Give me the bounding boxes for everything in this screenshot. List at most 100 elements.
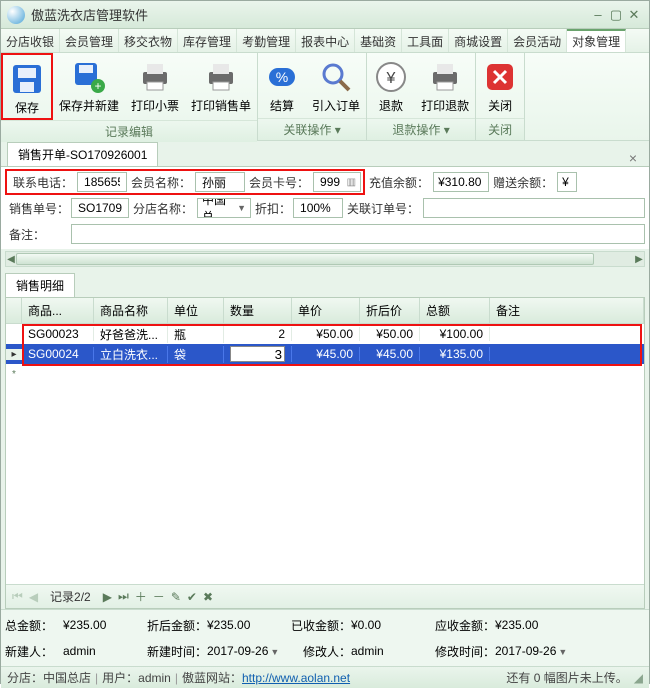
ribbon-group-label-close: 关闭 bbox=[476, 118, 524, 140]
col-unit[interactable]: 单位 bbox=[168, 298, 224, 323]
branch-select[interactable]: 中国总 bbox=[202, 198, 237, 218]
nav-add[interactable]: ＋ bbox=[135, 588, 147, 605]
minimize-button[interactable]: – bbox=[589, 7, 607, 22]
close-doc-button[interactable]: 关闭 bbox=[476, 53, 524, 118]
import-order-button[interactable]: 引入订单 bbox=[306, 53, 366, 118]
note-input[interactable] bbox=[76, 226, 640, 242]
nav-cancel[interactable]: ✖ bbox=[203, 590, 213, 604]
row-indicator-header bbox=[6, 298, 22, 323]
received-label: 已收金额： bbox=[285, 617, 351, 634]
table-row[interactable]: ▸ SG00024 立白洗衣... 袋 ¥45.00 ¥45.00 ¥135.0… bbox=[6, 344, 644, 364]
resize-grip-icon[interactable]: ◢ bbox=[634, 671, 643, 685]
mtime-label: 修改时间： bbox=[429, 643, 495, 660]
after-label: 折后金额： bbox=[141, 617, 207, 634]
close-window-button[interactable]: ✕ bbox=[625, 7, 643, 23]
col-disc[interactable]: 折后价 bbox=[360, 298, 420, 323]
nav-next[interactable]: ▶ bbox=[103, 590, 112, 604]
save-and-new-button[interactable]: + 保存并新建 bbox=[53, 53, 125, 120]
link-order-label: 关联订单号： bbox=[343, 200, 423, 217]
card-label: 会员卡号： bbox=[245, 174, 313, 191]
menu-activity[interactable]: 会员活动 bbox=[508, 29, 567, 52]
status-branch: 中国总店 bbox=[43, 669, 91, 686]
nav-first[interactable]: ⏮ bbox=[12, 589, 23, 604]
menu-basic[interactable]: 基础资 bbox=[355, 29, 402, 52]
col-code[interactable]: 商品... bbox=[22, 298, 94, 323]
col-qty[interactable]: 数量 bbox=[224, 298, 292, 323]
menu-cashier[interactable]: 分店收银 bbox=[1, 29, 60, 52]
table-row[interactable]: SG00023 好爸爸洗... 瓶 2 ¥50.00 ¥50.00 ¥100.0… bbox=[6, 324, 644, 344]
link-order-input[interactable] bbox=[428, 200, 640, 216]
sale-no-input[interactable] bbox=[76, 200, 124, 216]
print-receipt-button[interactable]: 打印小票 bbox=[125, 53, 185, 120]
after-value: ¥235.00 bbox=[207, 618, 250, 632]
nav-edit[interactable]: ✎ bbox=[171, 590, 181, 604]
phone-input[interactable] bbox=[82, 174, 122, 190]
document-tab-close[interactable]: × bbox=[623, 150, 643, 166]
modifier-label: 修改人： bbox=[293, 643, 351, 660]
record-position: 记录2/2 bbox=[50, 588, 91, 605]
new-row-placeholder[interactable]: * bbox=[6, 364, 644, 384]
menu-attendance[interactable]: 考勤管理 bbox=[237, 29, 296, 52]
document-tab-row: 销售开单-SO170926001 × bbox=[1, 141, 649, 167]
printer-icon bbox=[137, 59, 173, 95]
col-name[interactable]: 商品名称 bbox=[94, 298, 168, 323]
print-sale-button[interactable]: 打印销售单 bbox=[185, 53, 257, 120]
recharge-value: ¥310.80 bbox=[438, 175, 481, 189]
nav-prev[interactable]: ◀ bbox=[29, 590, 38, 604]
nav-commit[interactable]: ✔ bbox=[187, 590, 197, 604]
save-button[interactable]: 保存 bbox=[1, 53, 53, 120]
modifier-value: admin bbox=[351, 644, 384, 658]
ctime-value: 2017-09-26 bbox=[207, 644, 268, 658]
printer-refund-icon bbox=[427, 59, 463, 95]
menu-reports[interactable]: 报表中心 bbox=[296, 29, 355, 52]
member-name-input[interactable] bbox=[200, 174, 240, 190]
settle-icon: % bbox=[264, 59, 300, 95]
menu-handover[interactable]: 移交衣物 bbox=[119, 29, 178, 52]
svg-text:%: % bbox=[276, 69, 288, 85]
status-site-link[interactable]: http://www.aolan.net bbox=[242, 671, 350, 685]
menu-tools[interactable]: 工具面 bbox=[402, 29, 449, 52]
chevron-down-icon[interactable]: ▼ bbox=[558, 647, 567, 657]
refund-button[interactable]: ¥ 退款 bbox=[367, 53, 415, 118]
svg-text:¥: ¥ bbox=[386, 70, 396, 87]
status-user-prefix: 用户： bbox=[102, 669, 138, 686]
print-refund-button[interactable]: 打印退款 bbox=[415, 53, 475, 118]
footer-summary: 总金额： ¥235.00 折后金额： ¥235.00 已收金额： ¥0.00 应… bbox=[1, 609, 649, 666]
status-right: 还有 0 幅图片未上传。 bbox=[506, 669, 627, 686]
menu-object[interactable]: 对象管理 bbox=[567, 29, 626, 52]
branch-label: 分店名称： bbox=[129, 200, 197, 217]
menu-inventory[interactable]: 库存管理 bbox=[178, 29, 237, 52]
settle-button[interactable]: % 结算 bbox=[258, 53, 306, 118]
status-branch-prefix: 分店： bbox=[7, 669, 43, 686]
menu-mall[interactable]: 商城设置 bbox=[449, 29, 508, 52]
total-value: ¥235.00 bbox=[63, 618, 106, 632]
col-price[interactable]: 单价 bbox=[292, 298, 360, 323]
ribbon: 保存 + 保存并新建 打印小票 bbox=[1, 53, 649, 141]
due-value: ¥235.00 bbox=[495, 618, 538, 632]
chevron-down-icon[interactable]: ▼ bbox=[237, 203, 246, 213]
discount-label: 折扣： bbox=[251, 200, 293, 217]
menu-member[interactable]: 会员管理 bbox=[60, 29, 119, 52]
qty-editor[interactable] bbox=[230, 346, 285, 362]
save-icon bbox=[9, 61, 45, 97]
scroll-thumb[interactable] bbox=[16, 253, 594, 265]
chevron-down-icon[interactable]: ▼ bbox=[270, 647, 279, 657]
maximize-button[interactable]: ▢ bbox=[607, 7, 625, 23]
grid-body: SG00023 好爸爸洗... 瓶 2 ¥50.00 ¥50.00 ¥100.0… bbox=[6, 324, 644, 584]
app-logo-icon bbox=[7, 6, 25, 24]
statusbar: 分店： 中国总店 | 用户： admin | 傲蓝网站： http://www.… bbox=[1, 666, 649, 688]
card-lookup-icon[interactable]: ▥ bbox=[347, 177, 356, 188]
detail-tab[interactable]: 销售明细 bbox=[5, 273, 75, 297]
nav-delete[interactable]: － bbox=[153, 588, 165, 605]
col-note[interactable]: 备注 bbox=[490, 298, 644, 323]
col-total[interactable]: 总额 bbox=[420, 298, 490, 323]
sales-detail-grid: 商品... 商品名称 单位 数量 单价 折后价 总额 备注 SG00023 好爸… bbox=[5, 297, 645, 609]
save-new-icon: + bbox=[71, 59, 107, 95]
window-title: 傲蓝洗衣店管理软件 bbox=[31, 5, 589, 24]
card-input[interactable] bbox=[318, 174, 347, 190]
nav-last[interactable]: ⏭ bbox=[118, 589, 129, 604]
document-tab[interactable]: 销售开单-SO170926001 bbox=[7, 142, 158, 166]
horizontal-scrollbar[interactable]: ◀ ▶ bbox=[5, 251, 645, 267]
discount-input[interactable] bbox=[298, 200, 338, 216]
scroll-right-icon[interactable]: ▶ bbox=[632, 252, 646, 266]
